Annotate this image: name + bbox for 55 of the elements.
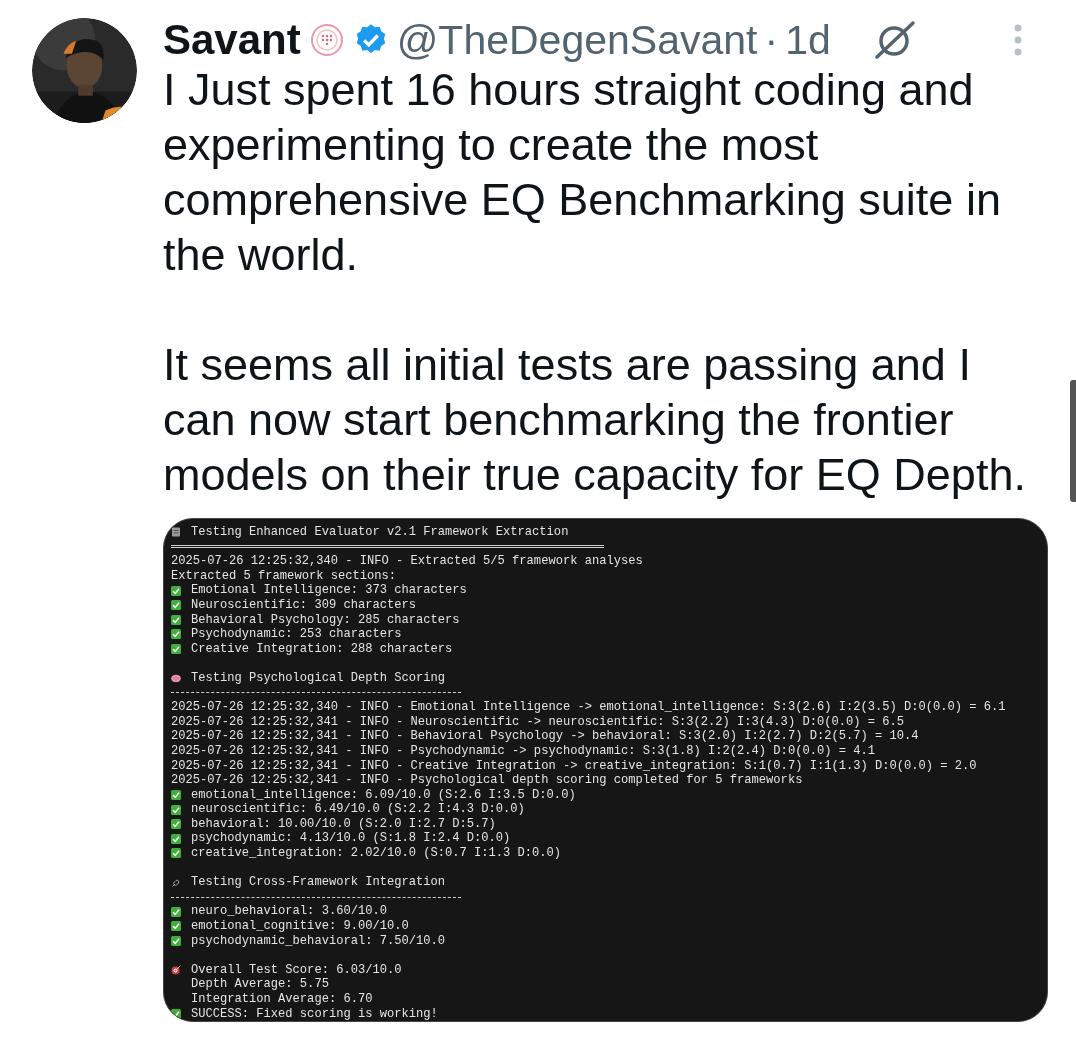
terminal-line: emotional_intelligence: 6.09/10.0 (S:2.6 I:3.5 D:0.0)	[191, 787, 576, 803]
checkbox-icon	[171, 819, 181, 830]
checkbox-icon	[171, 921, 181, 932]
terminal-line: Behavioral Psychology: 285 characters	[191, 612, 460, 628]
document-icon	[171, 527, 181, 538]
terminal-line: neuro_behavioral: 3.60/10.0	[191, 904, 387, 920]
post-time[interactable]: 1d	[785, 16, 831, 64]
terminal-line: neuroscientific: 6.49/10.0 (S:2.2 I:4.3 D:0.0)	[191, 802, 525, 817]
author-name[interactable]: Savant	[163, 16, 301, 64]
terminal-line: 2025-07-26 12:25:32,341 - INFO - Creative Integration -> creative_integration: S:1(0.7) I:1(1.3) D:0(0.0) = 2.0	[171, 758, 977, 774]
terminal-line: Depth Average: 5.75	[191, 977, 329, 992]
more-menu-icon[interactable]	[1013, 22, 1023, 58]
terminal-line: Testing Enhanced Evaluator v2.1 Framework Extraction	[191, 525, 569, 540]
checkbox-icon	[171, 614, 181, 625]
checkbox-icon	[171, 600, 181, 611]
link-icon	[171, 877, 181, 888]
checkbox-icon	[171, 1008, 181, 1019]
checkbox-icon	[171, 833, 181, 844]
post-text: I Just spent 16 hours straight coding and experimenting to create the most comprehensive EQ Benchmarking suite in the world.	[163, 63, 1002, 282]
author-handle[interactable]: @TheDegenSavant	[396, 16, 758, 64]
brain-icon	[171, 673, 181, 684]
separator-dot: ·	[764, 16, 779, 64]
terminal-line: 2025-07-26 12:25:32,341 - INFO - Psychodynamic -> psychodynamic: S:3(1.8) I:2(2.4) D:0(0.0) = 4.1	[171, 743, 875, 759]
checkbox-icon	[171, 585, 181, 596]
checkbox-icon	[171, 935, 181, 946]
terminal-line: emotional_cognitive: 9.00/10.0	[191, 919, 409, 934]
terminal-line: Integration Average: 6.70	[191, 992, 373, 1007]
terminal-line: 2025-07-26 12:25:32,341 - INFO - Neuroscientific -> neuroscientific: S:3(2.2) I:3(4.3) D:0(0.0) = 6.5	[171, 714, 904, 730]
checkbox-icon	[171, 790, 181, 800]
terminal-line: psychodynamic_behavioral: 7.50/10.0	[191, 933, 445, 949]
terminal-line: 2025-07-26 12:25:32,341 - INFO - Behavioral Psychology -> behavioral: S:3(2.0) I:2(2.7) D:2(5.7) = 10.4	[171, 729, 919, 744]
terminal-line: 2025-07-26 12:25:32,340 - INFO - Emotional Intelligence -> emotional_intelligence: S:3(2.6) I:2(3.5) D:0(0.0) = 6.1	[171, 700, 1006, 715]
checkbox-icon	[171, 629, 181, 640]
flower-badge-icon	[308, 22, 345, 58]
terminal-line: Testing Cross-Framework Integration	[191, 875, 445, 890]
terminal-line: Overall Test Score: 6.03/10.0	[191, 962, 402, 978]
terminal-line: Creative Integration: 288 characters	[191, 641, 453, 657]
scrollbar-thumb[interactable]	[1070, 380, 1076, 502]
terminal-line: Psychodynamic: 253 characters	[191, 627, 402, 642]
terminal-line: 2025-07-26 12:25:32,341 - INFO - Psychological depth scoring completed for 5 frameworks	[171, 773, 803, 788]
checkbox-icon	[171, 804, 181, 815]
terminal-line: behavioral: 10.00/10.0 (S:2.0 I:2.7 D:5.7)	[191, 816, 496, 832]
terminal-line: psychodynamic: 4.13/10.0 (S:1.8 I:2.4 D:0.0)	[191, 831, 511, 847]
checkbox-icon	[171, 644, 181, 655]
checkbox-icon	[171, 848, 181, 859]
post-text: It seems all initial tests are passing and I can now start benchmarking the frontier models on their true capacity for EQ Depth.	[163, 338, 1027, 502]
terminal-line: creative_integration: 2.02/10.0 (S:0.7 I:1.3 D:0.0)	[191, 846, 562, 861]
terminal-line: Neuroscientific: 309 characters	[191, 597, 416, 613]
terminal-line: Extracted 5 framework sections:	[171, 568, 396, 584]
terminal-line: Testing Psychological Depth Scoring	[191, 670, 445, 686]
terminal-line: 2025-07-26 12:25:32,340 - INFO - Extracted 5/5 framework analyses	[171, 554, 643, 569]
terminal-line: Emotional Intelligence: 373 characters	[191, 583, 467, 598]
terminal-line: SUCCESS: Fixed scoring is working!	[191, 1006, 438, 1021]
target-icon	[171, 965, 181, 976]
checkbox-icon	[171, 906, 181, 917]
